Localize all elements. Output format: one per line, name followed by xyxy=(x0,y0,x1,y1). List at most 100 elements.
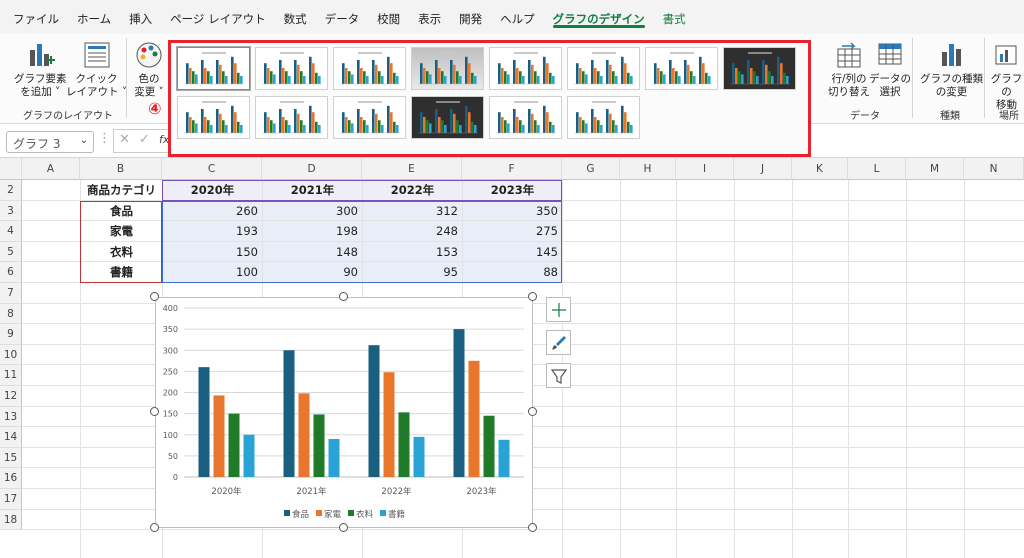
cancel-icon[interactable]: ✕ xyxy=(119,132,130,147)
change-chart-type-button[interactable]: グラフの種類 の変更 xyxy=(920,40,983,99)
row-header-17[interactable]: 17 xyxy=(0,489,22,510)
tab-1[interactable]: ホーム xyxy=(68,0,120,34)
value-cell[interactable]: 350 xyxy=(463,200,562,221)
row-header-10[interactable]: 10 xyxy=(0,344,22,366)
resize-handle[interactable] xyxy=(528,407,537,416)
row-header-3[interactable]: 3 xyxy=(0,200,22,222)
column-header-C[interactable]: C xyxy=(162,158,262,180)
value-cell[interactable]: 145 xyxy=(463,241,562,262)
row-label[interactable]: 書籍 xyxy=(81,262,162,282)
row-header-5[interactable]: 5 xyxy=(0,241,22,263)
tab-5[interactable]: データ xyxy=(316,0,369,34)
resize-handle[interactable] xyxy=(339,292,348,301)
chart-style-1[interactable] xyxy=(177,47,250,90)
value-cell[interactable]: 148 xyxy=(263,241,362,262)
header-year[interactable]: 2023年 xyxy=(463,180,562,200)
column-header-M[interactable]: M xyxy=(906,158,964,180)
tab-4[interactable]: 数式 xyxy=(275,0,316,34)
select-all-corner[interactable] xyxy=(0,158,22,180)
tab-10[interactable]: グラフのデザイン xyxy=(544,0,654,34)
header-year[interactable]: 2022年 xyxy=(363,180,462,200)
chart-style-2[interactable] xyxy=(255,47,328,90)
row-label[interactable]: 衣料 xyxy=(81,241,162,262)
change-colors-button[interactable]: 色の 変更 ˅ xyxy=(134,40,164,99)
chart-style-3[interactable] xyxy=(333,47,406,90)
chart-style-14[interactable] xyxy=(567,96,640,139)
value-cell[interactable]: 312 xyxy=(363,200,462,221)
chart-elements-button[interactable] xyxy=(546,297,571,322)
tab-11[interactable]: 書式 xyxy=(654,0,695,34)
tab-7[interactable]: 表示 xyxy=(409,0,450,34)
row-header-2[interactable]: 2 xyxy=(0,180,22,201)
row-header-14[interactable]: 14 xyxy=(0,427,22,448)
value-cell[interactable]: 275 xyxy=(463,221,562,241)
move-chart-button[interactable]: グラフの 移動 xyxy=(989,40,1024,112)
header-year[interactable]: 2020年 xyxy=(163,180,262,200)
value-cell[interactable]: 88 xyxy=(463,262,562,282)
chart-style-8[interactable] xyxy=(723,47,796,90)
row-header-16[interactable]: 16 xyxy=(0,468,22,489)
header-category[interactable]: 商品カテゴリ xyxy=(81,180,162,200)
column-header-L[interactable]: L xyxy=(848,158,906,180)
value-cell[interactable]: 90 xyxy=(263,262,362,282)
row-header-8[interactable]: 8 xyxy=(0,303,22,325)
tab-6[interactable]: 校閲 xyxy=(368,0,409,34)
column-header-F[interactable]: F xyxy=(462,158,562,180)
add-chart-element-button[interactable]: グラフ要素 を追加 ˅ xyxy=(14,40,67,99)
column-header-N[interactable]: N xyxy=(964,158,1024,180)
row-header-12[interactable]: 12 xyxy=(0,386,22,407)
resize-handle[interactable] xyxy=(150,292,159,301)
chart-style-9[interactable] xyxy=(177,96,250,139)
chart-styles-button[interactable] xyxy=(546,330,571,355)
resize-handle[interactable] xyxy=(339,523,348,532)
tab-8[interactable]: 開発 xyxy=(450,0,491,34)
chart-style-5[interactable] xyxy=(489,47,562,90)
row-label[interactable]: 食品 xyxy=(81,200,162,221)
chart-style-7[interactable] xyxy=(645,47,718,90)
row-header-6[interactable]: 6 xyxy=(0,262,22,283)
value-cell[interactable]: 198 xyxy=(263,221,362,241)
column-header-J[interactable]: J xyxy=(734,158,792,180)
resize-handle[interactable] xyxy=(150,523,159,532)
value-cell[interactable]: 95 xyxy=(363,262,462,282)
row-header-13[interactable]: 13 xyxy=(0,406,22,428)
resize-handle[interactable] xyxy=(528,292,537,301)
chart-style-13[interactable] xyxy=(489,96,562,139)
resize-handle[interactable] xyxy=(150,407,159,416)
name-box[interactable]: グラフ 3 ⌄ xyxy=(6,131,94,153)
chart-style-12[interactable] xyxy=(411,96,484,139)
chart-style-6[interactable] xyxy=(567,47,640,90)
chart-style-4[interactable] xyxy=(411,47,484,90)
tab-2[interactable]: 挿入 xyxy=(120,0,161,34)
column-header-I[interactable]: I xyxy=(676,158,734,180)
row-header-18[interactable]: 18 xyxy=(0,509,22,531)
formula-input[interactable]: ✕ ✓ fx xyxy=(113,129,173,153)
column-header-B[interactable]: B xyxy=(80,158,162,180)
row-header-7[interactable]: 7 xyxy=(0,283,22,304)
select-data-button[interactable]: データの 選択 xyxy=(869,40,911,99)
chart-style-10[interactable] xyxy=(255,96,328,139)
tab-0[interactable]: ファイル xyxy=(4,0,68,34)
value-cell[interactable]: 248 xyxy=(363,221,462,241)
row-header-4[interactable]: 4 xyxy=(0,221,22,242)
header-year[interactable]: 2021年 xyxy=(263,180,362,200)
tab-9[interactable]: ヘルプ xyxy=(491,0,544,34)
column-header-H[interactable]: H xyxy=(620,158,676,180)
value-cell[interactable]: 153 xyxy=(363,241,462,262)
row-header-15[interactable]: 15 xyxy=(0,447,22,469)
column-header-K[interactable]: K xyxy=(792,158,848,180)
row-label[interactable]: 家電 xyxy=(81,221,162,241)
tab-3[interactable]: ページ レイアウト xyxy=(161,0,274,34)
value-cell[interactable]: 193 xyxy=(163,221,262,241)
value-cell[interactable]: 150 xyxy=(163,241,262,262)
switch-row-column-button[interactable]: 行/列の 切り替え xyxy=(828,40,870,99)
value-cell[interactable]: 100 xyxy=(163,262,262,282)
chart-style-11[interactable] xyxy=(333,96,406,139)
chart-filters-button[interactable] xyxy=(546,363,571,388)
row-header-11[interactable]: 11 xyxy=(0,365,22,386)
value-cell[interactable]: 300 xyxy=(263,200,362,221)
column-header-A[interactable]: A xyxy=(22,158,80,180)
enter-icon[interactable]: ✓ xyxy=(139,132,150,147)
row-header-9[interactable]: 9 xyxy=(0,324,22,345)
value-cell[interactable]: 260 xyxy=(163,200,262,221)
